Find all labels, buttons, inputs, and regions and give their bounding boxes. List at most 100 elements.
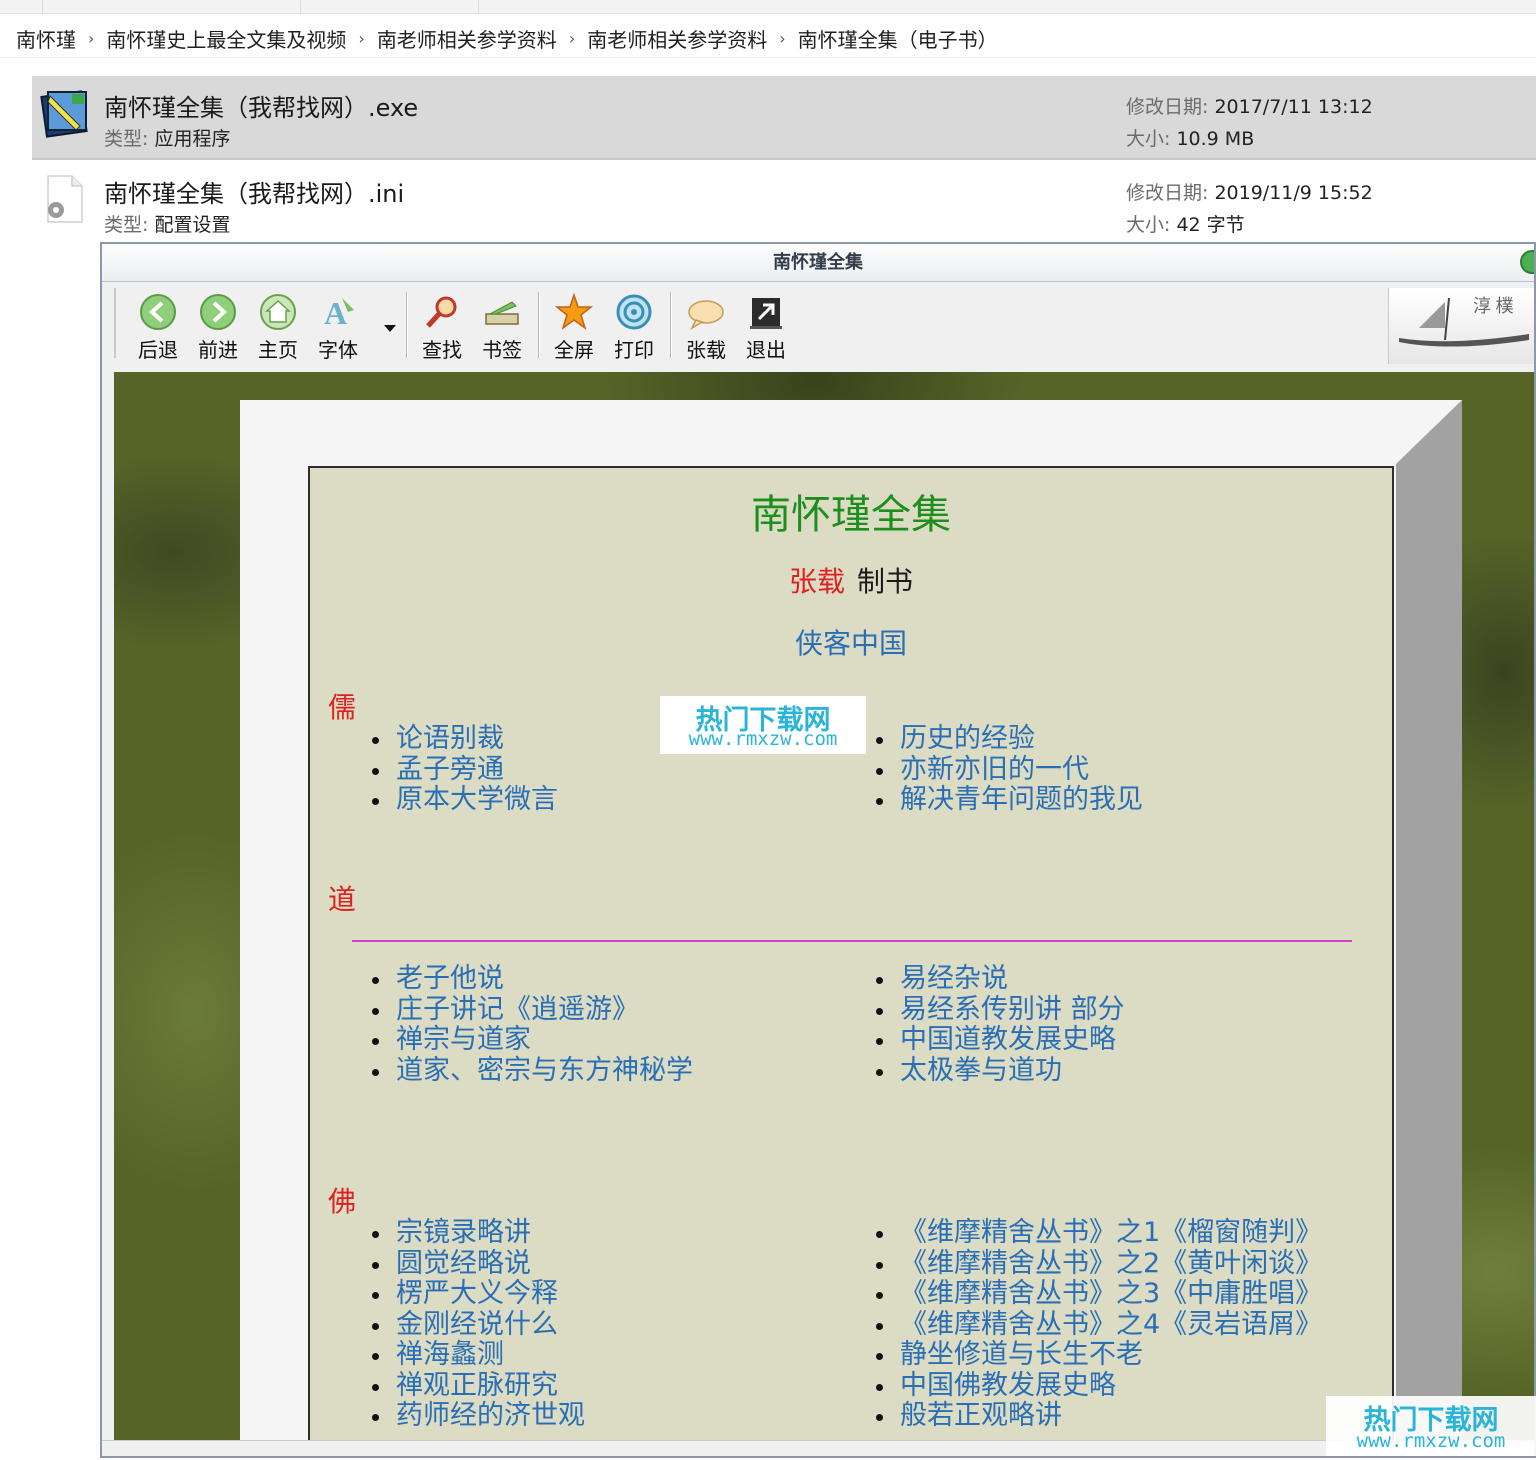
book-link[interactable]: 静坐修道与长生不老 (874, 1339, 1322, 1371)
document: 南怀瑾全集 张载 制书 侠客中国 儒 论语别裁 孟子旁通 原本大学微言 历史的经验… (308, 466, 1394, 1446)
forward-arrow-icon (200, 294, 236, 330)
file-name[interactable]: 南怀瑾全集（我帮找网）.ini (104, 174, 404, 209)
book-link[interactable]: 易经杂说 (874, 963, 1125, 995)
font-icon: A (324, 295, 354, 331)
home-button[interactable]: 主页 (250, 292, 306, 362)
file-date: 修改日期: 2019/11/9 15:52 (1126, 178, 1373, 205)
section-list-left: 老子他说 庄子讲记《逍遥游》 禅宗与道家 道家、密宗与东方神秘学 (370, 963, 693, 1087)
file-type: 类型: 配置设置 (104, 210, 230, 237)
find-button[interactable]: 查找 (414, 292, 470, 362)
book-link[interactable]: 原本大学微言 (370, 784, 558, 816)
app-window: 南怀瑾全集 后退 前进 主页 A 字体 查找 书签 全屏 打印 张载 退出 淳 … (100, 242, 1536, 1458)
type-label: 类型: (104, 128, 149, 150)
section-list-right: 《维摩精舍丛书》之1《榴窗随判》 《维摩精舍丛书》之2《黄叶闲谈》 《维摩精舍丛… (874, 1217, 1322, 1432)
section-list-right: 历史的经验 亦新亦旧的一代 解决青年问题的我见 (874, 723, 1143, 816)
tool-label: 退出 (746, 338, 786, 362)
size-value: 42 字节 (1176, 214, 1245, 236)
book-link[interactable]: 解决青年问题的我见 (874, 784, 1143, 816)
book-link[interactable]: 《维摩精舍丛书》之4《灵岩语屑》 (874, 1309, 1322, 1341)
window-control-icon[interactable] (1520, 250, 1534, 274)
book-link[interactable]: 《维摩精舍丛书》之2《黄叶闲谈》 (874, 1248, 1322, 1280)
breadcrumb-item[interactable]: 南怀瑾 (4, 24, 88, 53)
book-link[interactable]: 道家、密宗与东方神秘学 (370, 1055, 693, 1087)
book-link[interactable]: 孟子旁通 (370, 754, 558, 786)
book-link[interactable]: 楞严大义今释 (370, 1278, 585, 1310)
book-link[interactable]: 禅宗与道家 (370, 1024, 693, 1056)
book-link[interactable]: 易经系传别讲 部分 (874, 994, 1125, 1026)
book-link[interactable]: 历史的经验 (874, 723, 1143, 755)
author-button[interactable]: 张载 (678, 292, 734, 362)
bookmark-button[interactable]: 书签 (474, 292, 530, 362)
app-title-bar[interactable]: 南怀瑾全集 (102, 244, 1534, 282)
book-link[interactable]: 亦新亦旧的一代 (874, 754, 1143, 786)
boat-painting-icon: 淳 樸 (1399, 296, 1529, 347)
date-label: 修改日期: (1126, 182, 1209, 204)
chevron-down-icon[interactable] (382, 320, 398, 336)
book-link[interactable]: 禅海蠡测 (370, 1339, 585, 1371)
book-link[interactable]: 中国佛教发展史略 (874, 1370, 1322, 1402)
speech-bubble-icon (688, 300, 724, 330)
file-row-exe[interactable]: 南怀瑾全集（我帮找网）.exe 类型: 应用程序 修改日期: 2017/7/11… (32, 76, 1536, 160)
toolbar-grip[interactable] (114, 288, 117, 358)
doc-made: 制书 (857, 565, 914, 598)
file-size: 大小: 42 字节 (1126, 210, 1245, 237)
banner-text: 淳 樸 (1473, 296, 1514, 316)
status-bar (102, 1440, 1534, 1456)
back-arrow-icon (140, 294, 176, 330)
book-link[interactable]: 宗镜录略讲 (370, 1217, 585, 1249)
type-value: 应用程序 (154, 128, 231, 150)
ribbon-strip (0, 0, 1536, 14)
book-link[interactable]: 圆觉经略说 (370, 1248, 585, 1280)
exit-button[interactable]: 退出 (738, 292, 794, 362)
book-link[interactable]: 庄子讲记《逍遥游》 (370, 994, 693, 1026)
toolbar-separator (538, 292, 540, 358)
book-link[interactable]: 《维摩精舍丛书》之3《中庸胜唱》 (874, 1278, 1322, 1310)
watermark: 热门下载网 www.rmxzw.com (1326, 1396, 1536, 1456)
tool-label: 张载 (686, 338, 726, 362)
date-value: 2019/11/9 15:52 (1214, 182, 1373, 204)
book-link[interactable]: 论语别裁 (370, 723, 558, 755)
fullscreen-button[interactable]: 全屏 (546, 292, 602, 362)
back-button[interactable]: 后退 (130, 292, 186, 362)
book-link[interactable]: 老子他说 (370, 963, 693, 995)
tool-label: 后退 (138, 338, 178, 362)
breadcrumb-item[interactable]: 南老师相关参学资料 (575, 24, 779, 53)
doc-subtitle-link[interactable]: 侠客中国 (310, 622, 1392, 662)
doc-author: 张载 (788, 565, 845, 598)
forward-button[interactable]: 前进 (190, 292, 246, 362)
type-value: 配置设置 (154, 214, 231, 236)
book-link[interactable]: 金刚经说什么 (370, 1309, 585, 1341)
doc-title: 南怀瑾全集 (751, 492, 951, 538)
ribbon-group[interactable] (300, 0, 450, 13)
book-link[interactable]: 禅观正脉研究 (370, 1370, 585, 1402)
toolbar-separator (670, 292, 672, 358)
breadcrumb: 南怀瑾 › 南怀瑾史上最全文集及视频 › 南老师相关参学资料 › 南老师相关参学… (0, 20, 1536, 58)
tool-label: 查找 (422, 338, 462, 362)
date-value: 2017/7/11 13:12 (1214, 96, 1373, 118)
app-book-icon (40, 90, 88, 138)
book-link[interactable]: 《维摩精舍丛书》之1《榴窗随判》 (874, 1217, 1322, 1249)
ribbon-group[interactable] (478, 0, 628, 13)
section-heading: 佛 (328, 1185, 357, 1218)
book-link[interactable]: 药师经的济世观 (370, 1400, 585, 1432)
size-value: 10.9 MB (1176, 128, 1255, 150)
date-label: 修改日期: (1126, 96, 1209, 118)
file-row-ini[interactable]: 南怀瑾全集（我帮找网）.ini 类型: 配置设置 修改日期: 2019/11/9… (32, 162, 1536, 246)
tool-label: 前进 (198, 338, 238, 362)
breadcrumb-item[interactable]: 南怀瑾全集（电子书） (786, 24, 1010, 53)
section-list-right: 易经杂说 易经系传别讲 部分 中国道教发展史略 太极拳与道功 (874, 963, 1125, 1087)
file-name[interactable]: 南怀瑾全集（我帮找网）.exe (104, 88, 418, 123)
book-link[interactable]: 般若正观略讲 (874, 1400, 1322, 1432)
print-icon (616, 294, 652, 330)
book-link[interactable]: 中国道教发展史略 (874, 1024, 1125, 1056)
ribbon-group[interactable] (42, 0, 172, 13)
size-label: 大小: (1126, 128, 1171, 150)
book-link[interactable]: 太极拳与道功 (874, 1055, 1125, 1087)
breadcrumb-item[interactable]: 南怀瑾史上最全文集及视频 (94, 24, 358, 53)
watermark: 热门下载网 www.rmxzw.com (660, 696, 866, 754)
tool-label: 字体 (318, 338, 358, 362)
font-button[interactable]: A 字体 (310, 292, 366, 362)
home-icon (260, 294, 296, 330)
print-button[interactable]: 打印 (606, 292, 662, 362)
breadcrumb-item[interactable]: 南老师相关参学资料 (365, 24, 569, 53)
